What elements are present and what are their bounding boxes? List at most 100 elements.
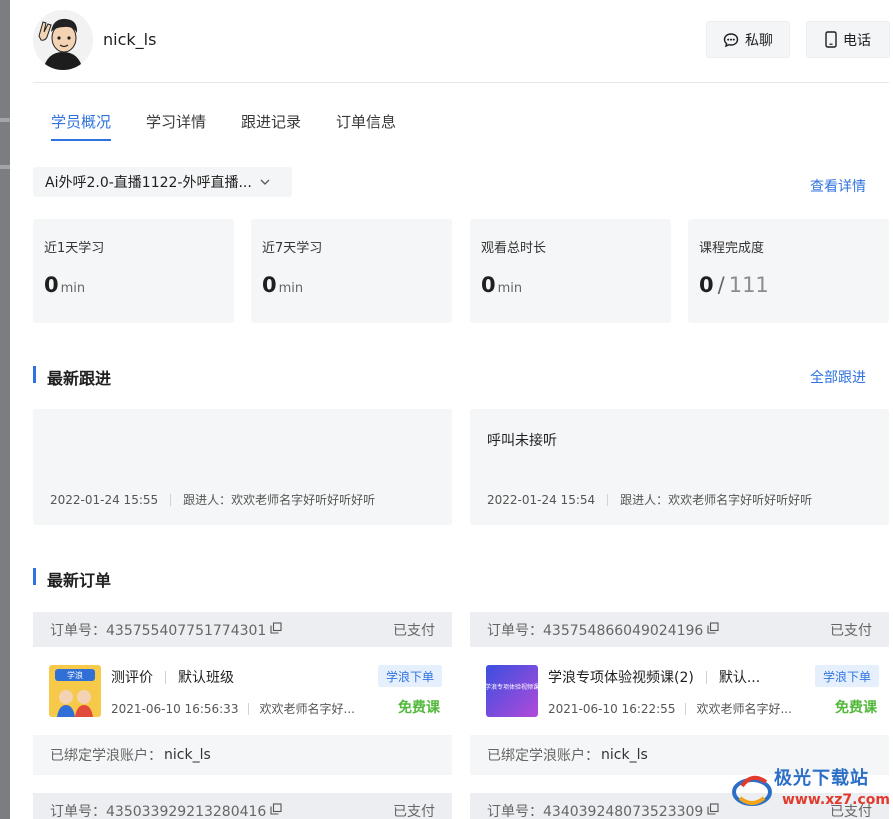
copy-icon[interactable] (707, 621, 719, 638)
stat-number: 0 (699, 273, 714, 297)
stat-value: 0 min (44, 273, 85, 297)
order-time: 2021-06-10 16:22:55 (548, 701, 676, 716)
watermark-title: 极光下载站 (774, 768, 869, 789)
order-header: 订单号：435754866049024196 已支付 (470, 612, 889, 647)
chat-button[interactable]: 私聊 (706, 21, 790, 58)
stat-separator: / (717, 273, 725, 297)
account-name: nick_ls (164, 747, 211, 763)
stat-label: 近7天学习 (262, 241, 323, 256)
stat-total: 111 (728, 273, 769, 297)
window-left-edge (0, 0, 10, 819)
active-tab-indicator (51, 139, 111, 141)
product-name: 学浪专项体验视频课(2) (548, 670, 694, 686)
name-divider (705, 670, 707, 684)
watermark-logo-icon (732, 775, 772, 806)
stat-value: 0 min (262, 273, 303, 297)
tab-order-info[interactable]: 订单信息 (336, 111, 396, 132)
stat-card-7day: 近7天学习 0 min (251, 219, 452, 323)
follow-meta: 2022-01-24 15:54 跟进人：欢欢老师名字好听好听好听 (487, 491, 812, 508)
stat-value: 0 min (481, 273, 522, 297)
follow-card[interactable]: 呼叫未接听 2022-01-24 15:54 跟进人：欢欢老师名字好听好听好听 (470, 409, 889, 525)
course-select[interactable]: Ai外呼2.0-直播1122-外呼直播... (33, 167, 292, 197)
section-accent-bar (33, 366, 36, 383)
order-number-text: 订单号：435033929213280416 (50, 803, 267, 819)
order-number: 订单号：435754866049024196 (487, 620, 719, 640)
copy-icon[interactable] (270, 621, 282, 638)
order-footer: 已绑定学浪账户： nick_ls (33, 735, 452, 775)
follow-content: 呼叫未接听 (487, 433, 557, 449)
course-thumbnail: 学浪 (49, 665, 101, 717)
follow-time: 2022-01-24 15:55 (50, 492, 159, 507)
follow-time: 2022-01-24 15:54 (487, 492, 596, 507)
avatar (33, 10, 93, 70)
order-number: 订单号：435033929213280416 (50, 801, 282, 819)
order-card[interactable]: 订单号：435754866049024196 已支付 学浪专项体验视频课 学浪专… (470, 612, 889, 775)
order-number-text: 订单号：435755407751774301 (50, 622, 267, 639)
view-detail-link[interactable]: 查看详情 (810, 176, 866, 196)
order-number-text: 订单号：434039248073523309 (487, 803, 704, 819)
stat-card-completion: 课程完成度 0/111 (688, 219, 889, 323)
header-divider (33, 82, 889, 83)
phone-button[interactable]: 电话 (806, 21, 890, 58)
order-meta: 2021-06-10 16:56:33 欢欢老师名字好... (111, 700, 355, 717)
order-source-badge: 学浪下单 (814, 665, 879, 687)
stat-number: 0 (44, 273, 59, 297)
meta-divider (248, 702, 250, 715)
meta-divider (685, 702, 687, 715)
mobile-phone-icon (825, 31, 837, 48)
order-source-badge: 学浪下单 (377, 665, 442, 687)
order-card[interactable]: 订单号：435755407751774301 已支付 学浪 测评价 默认班级 学… (33, 612, 452, 775)
follow-section-title: 最新跟进 (47, 369, 112, 388)
tab-follow-records[interactable]: 跟进记录 (241, 111, 301, 132)
edge-fragment (0, 118, 10, 122)
follow-person: 跟进人：欢欢老师名字好听好听好听 (183, 493, 376, 507)
name-divider (165, 670, 166, 684)
meta-divider (170, 493, 172, 506)
stat-label: 课程完成度 (699, 241, 765, 256)
all-follow-link[interactable]: 全部跟进 (810, 367, 866, 387)
stat-number: 0 (481, 273, 496, 297)
class-name: 默认班级 (178, 670, 234, 686)
class-name: 默认... (718, 670, 761, 686)
order-price: 免费课 (835, 700, 877, 716)
order-body: 学浪 测评价 默认班级 学浪下单 2021-06-10 16:56:33 欢欢老… (33, 647, 452, 735)
stat-value: 0/111 (699, 273, 769, 297)
order-number: 订单号：434039248073523309 (487, 801, 719, 819)
chat-button-label: 私聊 (745, 32, 773, 49)
follow-meta: 2022-01-24 15:55 跟进人：欢欢老师名字好听好听好听 (50, 491, 375, 508)
meta-divider (607, 493, 609, 506)
course-thumbnail: 学浪专项体验视频课 (486, 665, 538, 717)
account-label: 已绑定学浪账户： (50, 748, 162, 764)
order-body: 学浪专项体验视频课 学浪专项体验视频课(2) 默认... 学浪下单 2021-0… (470, 647, 889, 735)
tab-study-detail[interactable]: 学习详情 (146, 111, 206, 132)
order-price: 免费课 (398, 700, 440, 716)
order-card[interactable]: 订单号：435033929213280416 已支付 (33, 793, 452, 819)
order-header: 订单号：435755407751774301 已支付 (33, 612, 452, 647)
stat-unit: min (497, 281, 523, 296)
order-meta: 2021-06-10 16:22:55 欢欢老师名字好... (548, 700, 792, 717)
order-header: 订单号：435033929213280416 已支付 (33, 793, 452, 819)
course-select-value: Ai外呼2.0-直播1122-外呼直播... (45, 175, 252, 191)
order-status: 已支付 (830, 622, 872, 639)
stat-unit: min (60, 281, 86, 296)
student-detail-panel: nick_ls 私聊 电话 学员概况 学习详情 跟进记录 订单信息 Ai外呼2.… (10, 0, 893, 819)
orders-section-title: 最新订单 (47, 571, 112, 590)
order-number: 订单号：435755407751774301 (50, 620, 282, 640)
stat-unit: min (278, 281, 304, 296)
copy-icon[interactable] (707, 802, 719, 819)
order-status: 已支付 (393, 622, 435, 639)
order-number-text: 订单号：435754866049024196 (487, 622, 704, 639)
stat-number: 0 (262, 273, 277, 297)
copy-icon[interactable] (270, 802, 282, 819)
order-product: 测评价 默认班级 (111, 667, 234, 687)
thumbnail-text: 学浪专项体验视频课 (486, 683, 538, 691)
stat-card-1day: 近1天学习 0 min (33, 219, 234, 323)
stat-card-total-watch: 观看总时长 0 min (470, 219, 671, 323)
order-product: 学浪专项体验视频课(2) 默认... (548, 667, 760, 687)
follow-card[interactable]: 2022-01-24 15:55 跟进人：欢欢老师名字好听好听好听 (33, 409, 452, 525)
phone-button-label: 电话 (843, 32, 871, 49)
section-accent-bar (33, 568, 36, 585)
thumbnail-text: 学浪 (67, 670, 83, 680)
tab-overview[interactable]: 学员概况 (51, 111, 111, 132)
stat-label: 观看总时长 (481, 241, 547, 256)
